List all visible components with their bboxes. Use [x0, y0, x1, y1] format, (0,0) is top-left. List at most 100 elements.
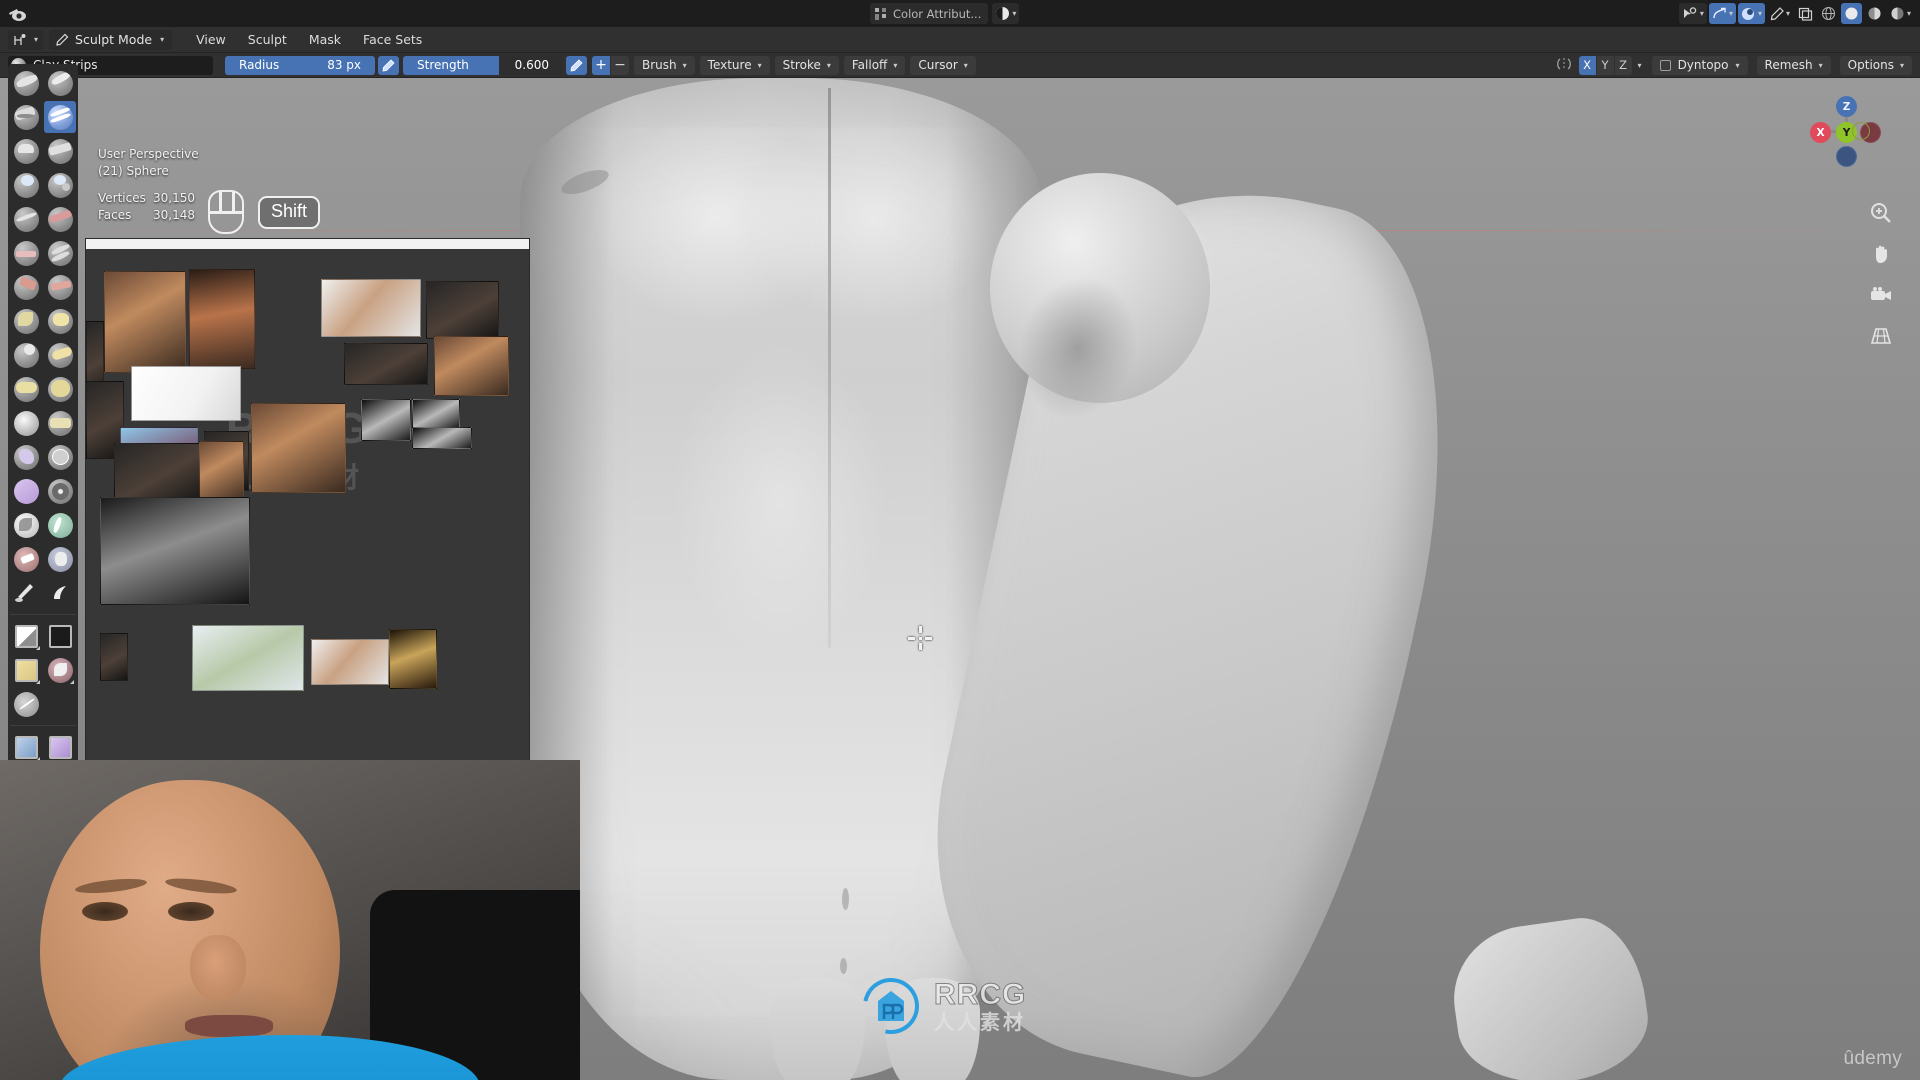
- tool-grab[interactable]: [44, 305, 76, 337]
- overlay-toggle-icon[interactable]: [1795, 3, 1816, 24]
- tool-box-face-set[interactable]: [44, 654, 76, 686]
- pan-hand-icon[interactable]: [1868, 241, 1894, 267]
- ref-xray-chest[interactable]: [412, 399, 460, 429]
- tool-blob[interactable]: [44, 169, 76, 201]
- proportional-editing-icon[interactable]: ▾: [1737, 3, 1765, 24]
- color-attribute-selector[interactable]: Color Attribut...: [870, 3, 989, 24]
- symmetry-axis-z[interactable]: Z: [1614, 55, 1632, 75]
- tool-draw-face-sets[interactable]: [44, 509, 76, 541]
- toggle-perspective-icon[interactable]: [1868, 323, 1894, 349]
- ref-bodybuilder-gym-front[interactable]: [104, 271, 186, 373]
- reference-image-board[interactable]: RRCG 人人素材: [85, 238, 530, 773]
- tool-rotate[interactable]: [44, 407, 76, 439]
- tool-fill[interactable]: [44, 237, 76, 269]
- tool-boundary[interactable]: [44, 441, 76, 473]
- tool-thumb[interactable]: [10, 373, 42, 405]
- dropdown-texture[interactable]: Texture ▾: [699, 55, 770, 75]
- tool-layer[interactable]: [44, 135, 76, 167]
- gizmo-axis-neg-z[interactable]: [1836, 146, 1857, 167]
- rendered-shading-icon[interactable]: ▾: [1887, 3, 1914, 24]
- ref-lat-study-white[interactable]: [311, 639, 389, 685]
- gizmo-axis-z[interactable]: Z: [1836, 96, 1857, 117]
- visibility-selectability-icon[interactable]: ▾: [1678, 3, 1707, 24]
- tool-cloth[interactable]: [10, 475, 42, 507]
- symmetry-axis-y[interactable]: Y: [1596, 55, 1614, 75]
- tool-flatten[interactable]: [10, 237, 42, 269]
- dropdown-dyntopo[interactable]: Dyntopo ▾: [1651, 55, 1748, 75]
- ref-lean-torso-white-shorts[interactable]: [199, 441, 244, 503]
- symmetry-axis-x[interactable]: X: [1578, 55, 1596, 75]
- ref-posing-dark-duo[interactable]: [114, 443, 202, 503]
- tool-crease[interactable]: [10, 203, 42, 235]
- tool-snake-hook[interactable]: [44, 339, 76, 371]
- ref-anatomy-3views-grey[interactable]: [100, 497, 250, 605]
- tool-clay[interactable]: [10, 101, 42, 133]
- ref-muscle-diagram-sheet[interactable]: [192, 625, 304, 691]
- radius-pressure-pen-icon[interactable]: [378, 55, 399, 75]
- mode-selector[interactable]: Sculpt Mode ▾: [49, 29, 173, 50]
- tool-lasso-mask[interactable]: [44, 620, 76, 652]
- dropdown-falloff[interactable]: Falloff ▾: [843, 55, 906, 75]
- tool-inflate[interactable]: [10, 169, 42, 201]
- tool-paint[interactable]: [10, 577, 42, 609]
- gizmo-axis-neg-y[interactable]: [1852, 122, 1870, 140]
- tool-simplify[interactable]: [44, 475, 76, 507]
- snapping-icon[interactable]: ▾: [1708, 3, 1736, 24]
- dropdown-options[interactable]: Options ▾: [1839, 55, 1912, 75]
- dyntopo-checkbox[interactable]: [1659, 59, 1671, 71]
- tool-box-trim[interactable]: [10, 731, 42, 763]
- menu-sculpt[interactable]: Sculpt: [238, 29, 297, 50]
- material-shading-icon[interactable]: [1864, 3, 1885, 24]
- ref-comic-cover-small[interactable]: [100, 633, 128, 681]
- tool-multires-displacement-eraser[interactable]: [10, 543, 42, 575]
- solid-shading-icon[interactable]: [1840, 3, 1862, 24]
- camera-view-icon[interactable]: [1868, 282, 1894, 308]
- editor-type-selector[interactable]: ▾: [8, 29, 44, 50]
- add-button[interactable]: +: [592, 55, 610, 75]
- ref-arm-veins-closeup[interactable]: [189, 269, 255, 369]
- wireframe-shading-icon[interactable]: [1818, 3, 1839, 24]
- tool-clay-thumb[interactable]: [10, 135, 42, 167]
- ref-xray-arm-bones[interactable]: [412, 427, 472, 449]
- annotate-icon[interactable]: ▾: [1767, 3, 1793, 24]
- tool-pinch[interactable]: [10, 305, 42, 337]
- tool-multiplane-scrape[interactable]: [44, 271, 76, 303]
- tool-slide-relax[interactable]: [10, 441, 42, 473]
- shading-mode-button[interactable]: ▾: [992, 3, 1020, 24]
- tool-lasso-trim[interactable]: [44, 731, 76, 763]
- zoom-icon[interactable]: [1868, 200, 1894, 226]
- dropdown-remesh[interactable]: Remesh ▾: [1756, 55, 1831, 75]
- ref-back-spread-white-bg[interactable]: [321, 279, 421, 337]
- ref-back-muscular-gym[interactable]: [251, 403, 346, 493]
- tool-box-hide[interactable]: [10, 654, 42, 686]
- tool-draw-sharp[interactable]: [44, 67, 76, 99]
- gizmo-axis-x[interactable]: X: [1810, 122, 1831, 143]
- ref-xray-shoulder[interactable]: [361, 399, 411, 441]
- symmetry-icon[interactable]: [1556, 56, 1572, 75]
- ref-torso-twist-purple[interactable]: [344, 343, 428, 385]
- ref-sculpt-head-grey[interactable]: [131, 366, 241, 421]
- strength-slider[interactable]: Strength 0.600: [403, 55, 563, 75]
- radius-slider[interactable]: Radius 83 px: [225, 55, 375, 75]
- dropdown-cursor[interactable]: Cursor ▾: [910, 55, 976, 75]
- ref-back-red-shorts[interactable]: [426, 281, 499, 339]
- strength-pressure-pen-icon[interactable]: [566, 55, 587, 75]
- tool-scrape[interactable]: [10, 271, 42, 303]
- tool-smooth[interactable]: [44, 203, 76, 235]
- dropdown-brush[interactable]: Brush ▾: [634, 55, 695, 75]
- menu-face-sets[interactable]: Face Sets: [353, 29, 432, 50]
- tool-mask[interactable]: [10, 509, 42, 541]
- symmetry-chevron-down-icon[interactable]: ▾: [1638, 61, 1642, 70]
- tool-clay-strips[interactable]: [44, 101, 76, 133]
- tool-nudge[interactable]: [10, 407, 42, 439]
- ref-back-lats-spread[interactable]: [434, 336, 509, 396]
- dropdown-stroke[interactable]: Stroke ▾: [774, 55, 839, 75]
- tool-line-mask[interactable]: [10, 688, 42, 720]
- tool-box-mask[interactable]: [10, 620, 42, 652]
- tool-elastic-deform[interactable]: [10, 339, 42, 371]
- tool-smear[interactable]: [44, 577, 76, 609]
- menu-view[interactable]: View: [186, 29, 236, 50]
- tool-pose[interactable]: [44, 373, 76, 405]
- ref-manga-poster[interactable]: [389, 629, 437, 689]
- tool-draw[interactable]: [10, 67, 42, 99]
